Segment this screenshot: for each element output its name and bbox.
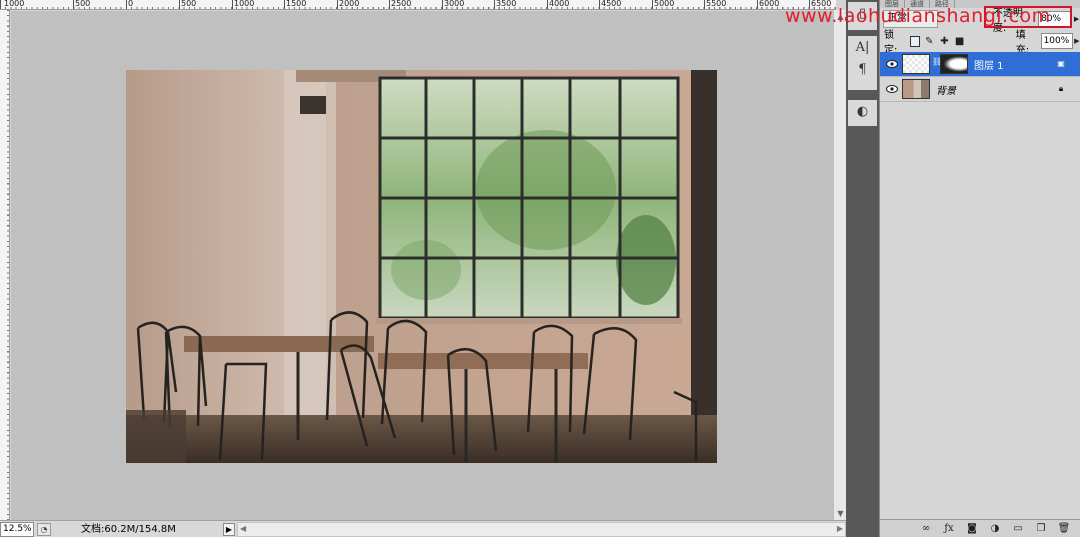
fx-icon[interactable]: ƒx [942, 522, 956, 536]
zoom-field[interactable]: 12.5% [0, 521, 34, 537]
ruler-label: 4000 [549, 0, 570, 8]
visibility-eye-icon[interactable] [884, 56, 900, 72]
ruler-label: 3000 [444, 0, 465, 8]
layer-mask-thumbnail[interactable] [940, 54, 968, 74]
ruler-label: 1000 [4, 0, 25, 8]
scroll-right-icon[interactable]: ▶ [837, 524, 843, 533]
lock-all-icon[interactable]: ■ [954, 35, 966, 48]
ruler-label: 3500 [496, 0, 517, 8]
lock-move-icon[interactable]: ✚ [938, 35, 950, 48]
vertical-ruler[interactable] [0, 10, 10, 520]
ruler-label: 2500 [391, 0, 412, 8]
status-preview-icon[interactable]: ◔ [37, 522, 51, 536]
new-layer-icon[interactable]: ❐ [1034, 522, 1048, 536]
lock-fill-row: 锁定: ✎ ✚ ■ 填充: 100% ▶ [880, 30, 1080, 56]
scroll-left-icon[interactable]: ◀ [240, 524, 246, 533]
scroll-down-icon[interactable]: ▼ [836, 509, 845, 518]
paragraph-panel-icon[interactable]: ¶ [848, 58, 877, 80]
adjustments-panel-icon[interactable]: ◐ [848, 100, 877, 122]
horizontal-ruler[interactable]: 1000 500 0 500 1000 1500 2000 2500 3000 … [0, 0, 836, 10]
dock-group-adjust: ◐ [848, 100, 877, 126]
layers-panel: 图层 通道 路径 正常 不透明度: 80% ▶ 锁定: ✎ ✚ ■ 填充: 10… [879, 0, 1080, 537]
dock-group-text: A| ¶ [848, 36, 877, 90]
document-horizontal-scrollbar[interactable]: ◀ ▶ [237, 521, 846, 537]
link-layers-icon[interactable]: ∞ [919, 522, 933, 536]
layer-name[interactable]: 图层 1 [974, 57, 1055, 72]
adjustment-layer-icon[interactable]: ◑ [988, 522, 1002, 536]
fill-arrow-icon[interactable]: ▶ [1073, 37, 1080, 45]
visibility-eye-icon[interactable] [884, 81, 900, 97]
mask-link-icon[interactable]: ⛓ [932, 57, 942, 71]
panel-dock-strip: ▯ A| ¶ ◐ [846, 0, 879, 537]
lock-paint-icon[interactable]: ✎ [923, 35, 935, 48]
status-menu-arrow-icon[interactable]: ▶ [223, 522, 235, 536]
photoshop-window: 1000 500 0 500 1000 1500 2000 2500 3000 … [0, 0, 1080, 537]
opacity-arrow-icon[interactable]: ▶ [1072, 15, 1080, 23]
ruler-label: 2000 [339, 0, 360, 8]
layer-row-layer1[interactable]: ⛓ 图层 1 ▣ [880, 52, 1080, 77]
character-panel-icon[interactable]: A| [848, 36, 877, 58]
document-canvas[interactable] [11, 11, 833, 520]
ruler-label: 5000 [654, 0, 675, 8]
lock-transparent-icon[interactable] [909, 35, 921, 47]
ruler-label: 500 [181, 0, 197, 8]
ruler-label: 1500 [286, 0, 307, 8]
layer-thumbnail[interactable] [902, 54, 930, 74]
layer-thumbnail[interactable] [902, 79, 930, 99]
ruler-label: 6000 [759, 0, 780, 8]
status-bar: 12.5% ◔ 文档:60.2M/154.8M ▶ ◀ ▶ [0, 520, 846, 537]
document-vertical-scrollbar[interactable]: ▲ ▼ [833, 10, 846, 520]
lock-icon: 🔒︎ [1058, 84, 1064, 93]
layer-row-background[interactable]: 背景 🔒︎ [880, 77, 1080, 102]
layer-name[interactable]: 背景 [936, 82, 1055, 97]
add-mask-icon[interactable]: ◙ [965, 522, 979, 536]
watermark-text: www.laohudianshangi.com [785, 5, 1051, 27]
layer-mask-badge-icon: ▣ [1057, 59, 1065, 68]
ruler-label: 4500 [601, 0, 622, 8]
ruler-label: 5500 [706, 0, 727, 8]
new-group-icon[interactable]: ▭ [1011, 522, 1025, 536]
fill-field[interactable]: 100% [1040, 33, 1073, 49]
cafe-interior-image [126, 70, 717, 463]
delete-layer-icon[interactable]: 🗑︎ [1057, 522, 1071, 536]
ruler-label: 0 [128, 0, 134, 8]
ruler-label: 500 [75, 0, 91, 8]
document-size-info: 文档:60.2M/154.8M [81, 523, 176, 535]
layers-bottom-toolbar: ∞ ƒx ◙ ◑ ▭ ❐ 🗑︎ [880, 519, 1080, 537]
cafe-photo [126, 70, 717, 463]
ruler-label: 1000 [234, 0, 255, 8]
